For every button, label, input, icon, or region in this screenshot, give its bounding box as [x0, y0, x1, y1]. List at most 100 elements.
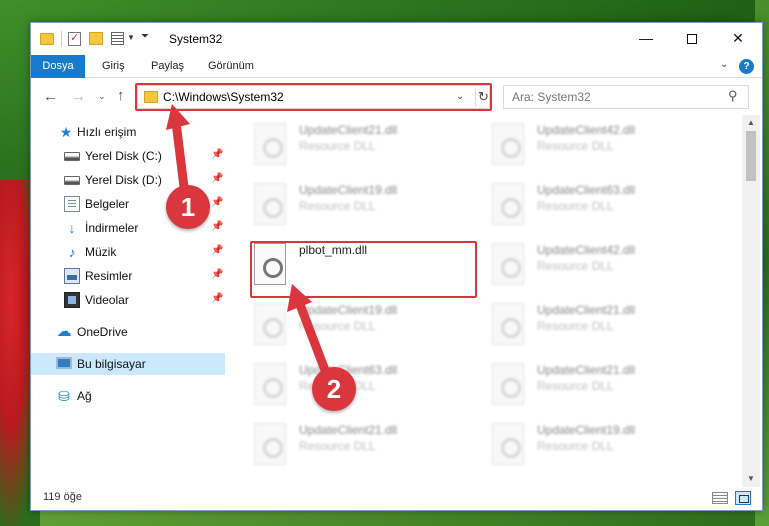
up-arrow-icon[interactable]: ↑: [117, 87, 125, 104]
file-type: Resource DLL: [537, 439, 614, 453]
properties-icon[interactable]: [68, 31, 81, 46]
pin-icon[interactable]: 📌: [211, 149, 223, 160]
sidebar-item-network[interactable]: ⛁ Ağ: [31, 385, 225, 407]
file-item[interactable]: UpdateClient21.dll Resource DLL: [226, 119, 461, 169]
dll-file-icon: [492, 243, 524, 285]
file-name: UpdateClient42.dll: [537, 243, 636, 257]
vertical-scrollbar[interactable]: ▲ ▼: [742, 115, 760, 487]
file-type: Resource DLL: [537, 139, 614, 153]
dll-file-icon: [254, 123, 286, 165]
recent-locations-icon[interactable]: ⌄: [98, 91, 106, 102]
view-icon[interactable]: [111, 32, 124, 45]
network-icon: ⛁: [58, 388, 70, 404]
maximize-button[interactable]: [669, 23, 715, 53]
file-name: UpdateClient42.dll: [537, 123, 636, 137]
sidebar-item-music[interactable]: ♪ Müzik 📌: [31, 241, 225, 263]
sidebar-item-videos[interactable]: Videolar 📌: [31, 289, 225, 311]
file-name: UpdateClient21.dll: [537, 303, 636, 317]
status-bar: 119 öğe: [31, 487, 762, 510]
file-item[interactable]: UpdateClient21.dll Resource DLL: [226, 419, 461, 469]
dll-file-icon: [254, 423, 286, 465]
sidebar-item-label: Belgeler: [85, 197, 130, 211]
details-view-icon[interactable]: [712, 492, 728, 504]
folder-icon: [40, 33, 54, 45]
file-type: Resource DLL: [299, 319, 376, 333]
search-input[interactable]: Ara: System32 ⚲: [503, 85, 749, 109]
new-folder-icon[interactable]: [89, 32, 103, 45]
file-item[interactable]: UpdateClient21.dll Resource DLL: [464, 359, 699, 409]
computer-icon: [56, 357, 72, 369]
download-icon: ↓: [68, 220, 76, 236]
scroll-up-icon[interactable]: ▲: [742, 115, 760, 131]
forward-arrow-icon[interactable]: →: [71, 88, 86, 105]
sidebar-item-quick-access[interactable]: ★ Hızlı erişim: [31, 121, 225, 143]
expand-ribbon-icon[interactable]: ⌄: [720, 59, 728, 70]
quick-access-separator: [61, 31, 62, 47]
tab-home[interactable]: Giriş: [102, 55, 125, 78]
item-count: 119 öğe: [43, 491, 82, 503]
sidebar-item-label: Ağ: [77, 389, 92, 403]
file-item[interactable]: UpdateClient42.dll Resource DLL: [464, 119, 699, 169]
sidebar-item-label: OneDrive: [77, 325, 128, 339]
pin-icon[interactable]: 📌: [211, 197, 223, 208]
pin-icon[interactable]: 📌: [211, 245, 223, 256]
title-bar: ▼ ⏷ System32 — ✕: [31, 23, 762, 55]
file-item[interactable]: UpdateClient19.dll Resource DLL: [464, 419, 699, 469]
pin-icon[interactable]: 📌: [211, 293, 223, 304]
sidebar-item-local-disk-c[interactable]: Yerel Disk (C:) 📌: [31, 145, 225, 167]
sidebar-item-label: Videolar: [85, 293, 129, 307]
star-icon: ★: [59, 124, 73, 140]
file-item[interactable]: UpdateClient42.dll Resource DLL: [464, 239, 699, 289]
sidebar-item-onedrive[interactable]: ☁ OneDrive: [31, 321, 225, 343]
window-title: System32: [169, 32, 223, 46]
file-item[interactable]: UpdateClient21.dll Resource DLL: [464, 299, 699, 349]
file-name: UpdateClient19.dll: [299, 303, 398, 317]
file-type: Resource DLL: [299, 139, 376, 153]
large-icons-view-icon[interactable]: [735, 491, 751, 505]
sidebar-item-label: Bu bilgisayar: [77, 357, 146, 371]
pin-icon[interactable]: 📌: [211, 173, 223, 184]
help-icon[interactable]: ?: [739, 59, 754, 74]
dll-file-icon: [492, 303, 524, 345]
customize-toolbar-icon[interactable]: ⏷: [141, 31, 149, 47]
sidebar-item-label: Yerel Disk (C:): [85, 149, 162, 163]
drive-icon: [64, 176, 80, 185]
file-list: UpdateClient21.dll Resource DLL UpdateCl…: [226, 115, 742, 487]
sidebar-item-label: Müzik: [85, 245, 117, 259]
back-arrow-icon[interactable]: ←: [43, 88, 58, 105]
cloud-icon: ☁: [56, 323, 72, 340]
search-placeholder: Ara: System32: [512, 90, 591, 104]
scrollbar-thumb[interactable]: [746, 131, 756, 181]
tab-view[interactable]: Görünüm: [208, 55, 254, 78]
close-button[interactable]: ✕: [715, 23, 761, 53]
videos-icon: [64, 292, 80, 308]
tab-share[interactable]: Paylaş: [151, 55, 184, 78]
pictures-icon: [64, 268, 80, 284]
drive-icon: [64, 152, 80, 161]
file-type: Resource DLL: [537, 379, 614, 393]
file-item[interactable]: UpdateClient19.dll Resource DLL: [226, 299, 461, 349]
pin-icon[interactable]: 📌: [211, 221, 223, 232]
minimize-button[interactable]: —: [623, 23, 669, 53]
sidebar-item-pictures[interactable]: Resimler 📌: [31, 265, 225, 287]
navigation-pane: ★ Hızlı erişim Yerel Disk (C:) 📌 Yerel D…: [31, 115, 225, 487]
tab-file[interactable]: Dosya: [31, 55, 85, 78]
file-name: UpdateClient19.dll: [537, 423, 636, 437]
dll-file-icon: [492, 183, 524, 225]
scroll-down-icon[interactable]: ▼: [742, 471, 760, 487]
sidebar-item-this-pc[interactable]: Bu bilgisayar: [31, 353, 225, 375]
maximize-icon: [687, 34, 697, 45]
file-type: Resource DLL: [299, 439, 376, 453]
file-item[interactable]: UpdateClient19.dll Resource DLL: [226, 179, 461, 229]
dll-file-icon: [254, 183, 286, 225]
file-item[interactable]: UpdateClient63.dll Resource DLL: [464, 179, 699, 229]
music-icon: ♪: [68, 244, 76, 260]
ribbon-tabs: Dosya Giriş Paylaş Görünüm ⌄ ?: [31, 55, 762, 78]
sidebar-item-label: Hızlı erişim: [77, 125, 137, 139]
address-highlight-box: [135, 83, 492, 111]
search-icon[interactable]: ⚲: [728, 88, 738, 104]
chevron-down-icon[interactable]: ▼: [127, 33, 135, 49]
dll-file-icon: [492, 423, 524, 465]
pin-icon[interactable]: 📌: [211, 269, 223, 280]
file-highlight-box: [250, 241, 477, 298]
